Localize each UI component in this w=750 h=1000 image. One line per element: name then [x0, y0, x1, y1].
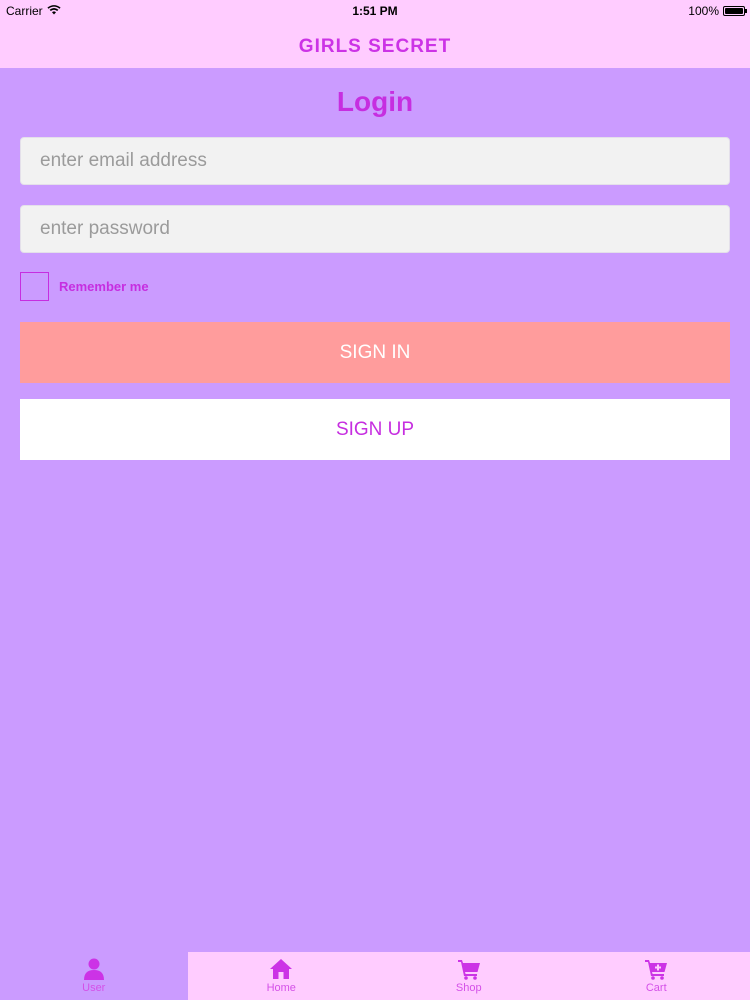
tab-user-label: User [82, 982, 106, 994]
status-time: 1:51 PM [352, 4, 398, 18]
user-icon [82, 958, 106, 980]
remember-me-row: Remember me [20, 272, 149, 301]
cart-add-icon [644, 958, 668, 980]
sign-in-button[interactable]: SIGN IN [20, 322, 730, 383]
top-bar: Carrier 1:51 PM 100% GIRLS SECRET [0, 0, 750, 68]
email-field[interactable] [20, 137, 730, 185]
status-right: 100% [688, 4, 747, 18]
tab-home[interactable]: Home [187, 952, 375, 1000]
tab-cart-label: Cart [645, 982, 667, 994]
tab-bar: User Home Shop Cart [0, 952, 750, 1000]
remember-me-checkbox[interactable] [20, 272, 49, 301]
tab-shop-label: Shop [455, 982, 482, 994]
remember-me-label[interactable]: Remember me [59, 279, 149, 294]
battery-percent: 100% [688, 4, 719, 18]
app-title: GIRLS SECRET [298, 36, 452, 57]
battery-icon [723, 6, 747, 16]
status-bar: Carrier 1:51 PM 100% [0, 0, 750, 22]
home-icon [269, 958, 293, 980]
tab-shop[interactable]: Shop [375, 952, 563, 1000]
sign-in-label: SIGN IN [339, 341, 411, 363]
password-field[interactable] [20, 205, 730, 253]
tab-home-label: Home [266, 982, 296, 994]
battery-fill [725, 8, 743, 14]
tab-cart[interactable]: Cart [562, 952, 750, 1000]
sign-up-button[interactable]: SIGN UP [20, 399, 730, 460]
cart-icon [457, 958, 481, 980]
sign-up-label: SIGN UP [335, 418, 415, 440]
page-title: Login [336, 86, 414, 117]
tab-user[interactable]: User [0, 952, 188, 1000]
